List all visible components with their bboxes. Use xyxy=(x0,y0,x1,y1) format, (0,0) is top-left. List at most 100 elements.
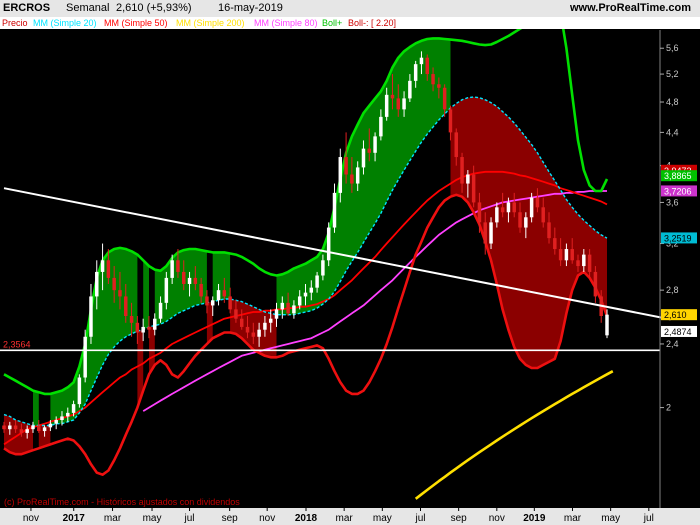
candle-body xyxy=(524,217,528,228)
candle-body xyxy=(553,238,557,250)
candle-body xyxy=(396,98,401,110)
candle-body xyxy=(170,260,174,278)
x-tick-label: mar xyxy=(104,513,122,524)
candle-body xyxy=(210,300,215,306)
candle-body xyxy=(506,202,511,213)
y-tick-label: 5,2 xyxy=(666,69,679,79)
candle-body xyxy=(106,260,111,278)
candle-body xyxy=(112,277,116,291)
site-label: www.ProRealTime.com xyxy=(570,2,692,14)
candle-body xyxy=(326,227,331,261)
candle-body xyxy=(442,87,447,110)
x-tick-label: jul xyxy=(414,513,425,524)
candle-body xyxy=(408,80,412,99)
candle-body xyxy=(332,192,337,228)
candle-body xyxy=(384,94,389,117)
candle-body xyxy=(297,296,302,306)
x-tick-label: may xyxy=(601,513,620,524)
candle-body xyxy=(448,109,453,133)
band-fill-segment xyxy=(212,252,231,302)
candle-body xyxy=(582,254,586,267)
candle-body xyxy=(124,296,128,317)
x-tick-label: mar xyxy=(564,513,582,524)
candle-body xyxy=(239,318,244,327)
candle-body xyxy=(216,290,221,301)
candle-body xyxy=(518,212,522,228)
x-tick-label: may xyxy=(143,513,162,524)
candle-body xyxy=(535,197,540,208)
candle-body xyxy=(274,309,279,319)
candle-body xyxy=(355,167,360,184)
y-tick-label: 5,6 xyxy=(666,43,679,53)
candle-body xyxy=(367,148,372,153)
candle-body xyxy=(263,322,267,330)
legend-item-sma20[interactable]: MM (Simple 20) xyxy=(33,17,97,29)
candle-body xyxy=(71,404,76,413)
candle-body xyxy=(268,318,273,323)
candle-body xyxy=(303,292,308,297)
legend-item-sma200[interactable]: MM (Simple 200) xyxy=(176,17,245,29)
candle-body xyxy=(66,412,70,417)
candle-body xyxy=(570,249,574,261)
date-label: 16-may-2019 xyxy=(218,2,283,14)
candle-body xyxy=(37,425,41,432)
candle-body xyxy=(25,429,29,433)
candle-body xyxy=(141,326,145,333)
candle-body xyxy=(541,207,545,223)
chart-header: ERCROS Semanal 2,610 (+5,93%) 16-may-201… xyxy=(0,0,700,17)
candle-body xyxy=(199,283,203,297)
candle-body xyxy=(193,277,198,284)
candle-body xyxy=(361,148,366,168)
period-label: Semanal xyxy=(66,2,110,14)
y-tick-label: 4,4 xyxy=(666,127,679,137)
support-label: 2,3564 xyxy=(3,339,31,349)
candle-body xyxy=(495,207,499,223)
watermark: (c) ProRealTime.com - Históricos ajustad… xyxy=(4,497,240,507)
candle-body xyxy=(338,157,343,193)
price-chart[interactable]: 2,3564 5,65,24,84,443,63,22,82,423,94733… xyxy=(0,0,700,525)
candle-body xyxy=(164,277,169,303)
candle-body xyxy=(48,423,53,428)
candle-body xyxy=(529,197,534,218)
legend-item-boll-minus[interactable]: Boll-: [ 2.20] xyxy=(348,17,396,29)
candle-body xyxy=(83,336,87,378)
quote-label: 2,610 (+5,93%) xyxy=(116,2,192,14)
y-tick-label: 2,4 xyxy=(666,339,679,349)
x-axis: nov 2017 mar may jul sep nov 2018 mar may jul sep no… xyxy=(0,508,700,525)
candle-body xyxy=(379,116,383,137)
price-box-label: 3,2519 xyxy=(664,233,692,243)
x-tick-label: jul xyxy=(184,513,195,524)
candle-body xyxy=(2,425,6,430)
candle-body xyxy=(153,318,157,330)
band-fill-segment xyxy=(33,390,39,426)
candle-body xyxy=(350,174,354,184)
candle-body xyxy=(95,271,99,297)
candle-body xyxy=(373,136,377,153)
candle-body xyxy=(60,416,64,421)
candle-body xyxy=(460,157,464,184)
candle-body xyxy=(176,260,180,272)
candle-body xyxy=(245,326,250,333)
x-tick-label: jul xyxy=(643,513,654,524)
y-tick-label: 2 xyxy=(666,403,671,413)
candle-body xyxy=(593,271,598,297)
legend-item-price[interactable]: Precio xyxy=(2,17,28,29)
legend-item-sma80[interactable]: MM (Simple 80) xyxy=(254,17,318,29)
legend-item-boll-plus[interactable]: Boll+ xyxy=(322,17,342,29)
symbol-name: ERCROS xyxy=(3,2,51,14)
candle-body xyxy=(344,157,348,175)
candle-body xyxy=(419,57,424,65)
x-tick-label: may xyxy=(373,513,392,524)
x-tick-label: sep xyxy=(451,513,468,524)
candle-body xyxy=(54,420,58,424)
candle-body xyxy=(471,174,476,203)
candle-body xyxy=(425,57,429,75)
candle-body xyxy=(547,222,551,239)
candle-body xyxy=(292,305,296,314)
x-tick-label: nov xyxy=(489,513,505,524)
y-tick-label: 3,6 xyxy=(666,197,679,207)
candle-body xyxy=(309,287,314,293)
legend-item-sma50[interactable]: MM (Simple 50) xyxy=(104,17,168,29)
price-box-label: 2,610 xyxy=(664,310,687,320)
candle-body xyxy=(286,302,290,314)
